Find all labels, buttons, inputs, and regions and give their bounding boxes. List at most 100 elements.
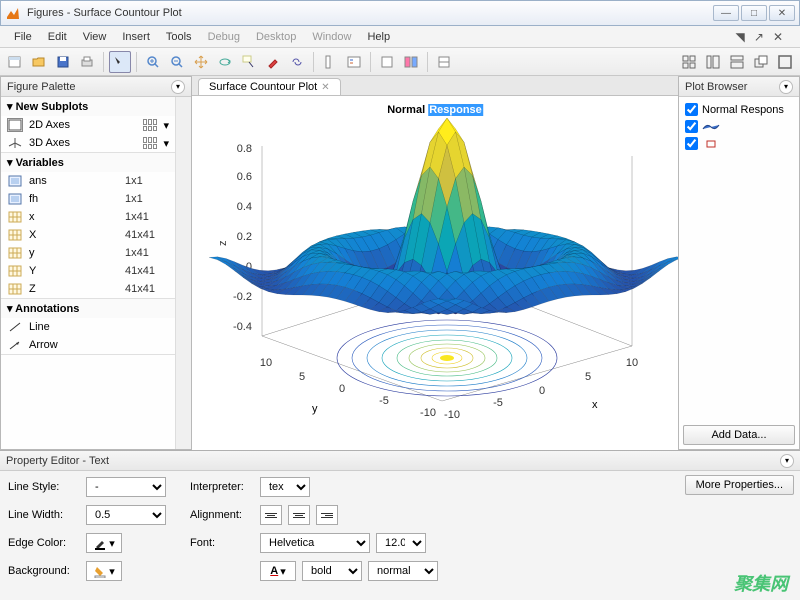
zoom-in-button[interactable] bbox=[142, 51, 164, 73]
visibility-checkbox[interactable] bbox=[685, 103, 698, 116]
annotations-header[interactable]: ▾ Annotations bbox=[1, 299, 175, 318]
edit-plot-button[interactable] bbox=[109, 51, 131, 73]
variable-row[interactable]: Z41x41 bbox=[1, 280, 175, 298]
font-family-select[interactable]: Helvetica bbox=[260, 533, 370, 553]
font-weight-select[interactable]: bold bbox=[302, 561, 362, 581]
axes3d-item[interactable]: 3D Axes ▾ bbox=[1, 134, 175, 152]
more-properties-button[interactable]: More Properties... bbox=[685, 475, 794, 495]
layout-max-button[interactable] bbox=[774, 51, 796, 73]
var-name: X bbox=[29, 229, 119, 241]
variable-row[interactable]: X 41x41 bbox=[1, 226, 175, 244]
line-width-select[interactable]: 0.5 bbox=[86, 505, 166, 525]
layout-top-button[interactable] bbox=[726, 51, 748, 73]
visibility-checkbox[interactable] bbox=[685, 137, 698, 150]
variables-header[interactable]: ▾ Variables bbox=[1, 153, 175, 172]
svg-text:5: 5 bbox=[585, 371, 591, 383]
brush-button[interactable] bbox=[262, 51, 284, 73]
close-button[interactable]: ✕ bbox=[769, 5, 795, 21]
maximize-button[interactable]: □ bbox=[741, 5, 767, 21]
chevron-down-icon[interactable]: ▾ bbox=[163, 119, 169, 132]
layout-left-button[interactable] bbox=[702, 51, 724, 73]
menu-file[interactable]: File bbox=[6, 28, 40, 46]
annotation-arrow[interactable]: Arrow bbox=[1, 336, 175, 354]
align-center-button[interactable] bbox=[288, 505, 310, 525]
axes2d-item[interactable]: 2D Axes ▾ bbox=[1, 116, 175, 134]
panel-collapse-icon[interactable]: ▾ bbox=[780, 454, 794, 468]
minimize-button[interactable]: — bbox=[713, 5, 739, 21]
new-subplot-button[interactable] bbox=[433, 51, 455, 73]
new-figure-button[interactable] bbox=[4, 51, 26, 73]
rotate3d-button[interactable] bbox=[214, 51, 236, 73]
show-tools-button[interactable] bbox=[400, 51, 422, 73]
browser-item-surface[interactable] bbox=[683, 118, 795, 135]
variable-row[interactable]: ans1x1 bbox=[1, 172, 175, 190]
chevron-down-icon[interactable]: ▾ bbox=[163, 137, 169, 150]
grid-icon[interactable] bbox=[143, 119, 157, 131]
datacursor-button[interactable] bbox=[238, 51, 260, 73]
variable-row[interactable]: fh1x1 bbox=[1, 190, 175, 208]
grid-icon[interactable] bbox=[143, 137, 157, 149]
menu-window[interactable]: Window bbox=[304, 28, 359, 46]
var-name: x bbox=[29, 211, 119, 223]
axes-3d[interactable]: Normal Response bbox=[192, 96, 678, 450]
property-editor-panel: Property Editor - Text ▾ Line Style: - L… bbox=[0, 450, 800, 600]
dock-minimize-icon[interactable]: ◥ bbox=[733, 28, 748, 46]
plot-title[interactable]: Normal Response bbox=[387, 100, 483, 116]
panel-collapse-icon[interactable]: ▾ bbox=[171, 80, 185, 94]
colorbar-button[interactable] bbox=[319, 51, 341, 73]
print-button[interactable] bbox=[76, 51, 98, 73]
axes2d-icon bbox=[7, 118, 23, 132]
var-name: fh bbox=[29, 193, 119, 205]
pan-button[interactable] bbox=[190, 51, 212, 73]
menu-tools[interactable]: Tools bbox=[158, 28, 200, 46]
link-button[interactable] bbox=[286, 51, 308, 73]
layout-float-button[interactable] bbox=[750, 51, 772, 73]
align-right-button[interactable] bbox=[316, 505, 338, 525]
legend-button[interactable] bbox=[343, 51, 365, 73]
hide-tools-button[interactable] bbox=[376, 51, 398, 73]
dock-undock-icon[interactable]: ↗ bbox=[751, 28, 767, 46]
zoom-out-button[interactable] bbox=[166, 51, 188, 73]
menu-help[interactable]: Help bbox=[359, 28, 398, 46]
background-button[interactable]: ▾ bbox=[86, 561, 122, 581]
window-title: Figures - Surface Countour Plot bbox=[27, 7, 713, 19]
variable-row[interactable]: y1x41 bbox=[1, 244, 175, 262]
layout-grid-button[interactable] bbox=[678, 51, 700, 73]
matlab-icon bbox=[5, 5, 21, 21]
variable-row[interactable]: x1x41 bbox=[1, 208, 175, 226]
edge-color-button[interactable]: ▾ bbox=[86, 533, 122, 553]
var-name: ans bbox=[29, 175, 119, 187]
browser-item-title[interactable]: Normal Respons bbox=[683, 101, 795, 118]
font-color-button[interactable]: A▾ bbox=[260, 561, 296, 581]
open-button[interactable] bbox=[28, 51, 50, 73]
menu-desktop[interactable]: Desktop bbox=[248, 28, 304, 46]
svg-text:5: 5 bbox=[299, 371, 305, 383]
save-button[interactable] bbox=[52, 51, 74, 73]
align-left-button[interactable] bbox=[260, 505, 282, 525]
variable-row[interactable]: Y41x41 bbox=[1, 262, 175, 280]
font-size-select[interactable]: 12.0 bbox=[376, 533, 426, 553]
figure-palette-panel: Figure Palette ▾ ▾ New Subplots 2D Axes … bbox=[0, 76, 192, 450]
figure-tabstrip: Surface Countour Plot ✕ bbox=[192, 76, 678, 96]
svg-text:10: 10 bbox=[626, 357, 638, 369]
panel-collapse-icon[interactable]: ▾ bbox=[779, 80, 793, 94]
menu-view[interactable]: View bbox=[75, 28, 115, 46]
var-size: 41x41 bbox=[125, 229, 169, 241]
line-style-select[interactable]: - bbox=[86, 477, 166, 497]
annotation-line[interactable]: Line bbox=[1, 318, 175, 336]
scrollbar[interactable] bbox=[175, 97, 191, 449]
tab-close-icon[interactable]: ✕ bbox=[321, 82, 329, 93]
visibility-checkbox[interactable] bbox=[685, 120, 698, 133]
interpreter-select[interactable]: tex bbox=[260, 477, 310, 497]
var-size: 41x41 bbox=[125, 283, 169, 295]
browser-item-contour[interactable] bbox=[683, 135, 795, 152]
menu-insert[interactable]: Insert bbox=[114, 28, 158, 46]
dock-close-icon[interactable]: ✕ bbox=[770, 28, 786, 46]
menu-edit[interactable]: Edit bbox=[40, 28, 75, 46]
menu-debug[interactable]: Debug bbox=[200, 28, 248, 46]
font-angle-select[interactable]: normal bbox=[368, 561, 438, 581]
figure-tab[interactable]: Surface Countour Plot ✕ bbox=[198, 78, 341, 95]
add-data-button[interactable]: Add Data... bbox=[683, 425, 795, 445]
new-subplots-header[interactable]: ▾ New Subplots bbox=[1, 97, 175, 116]
var-name: y bbox=[29, 247, 119, 259]
